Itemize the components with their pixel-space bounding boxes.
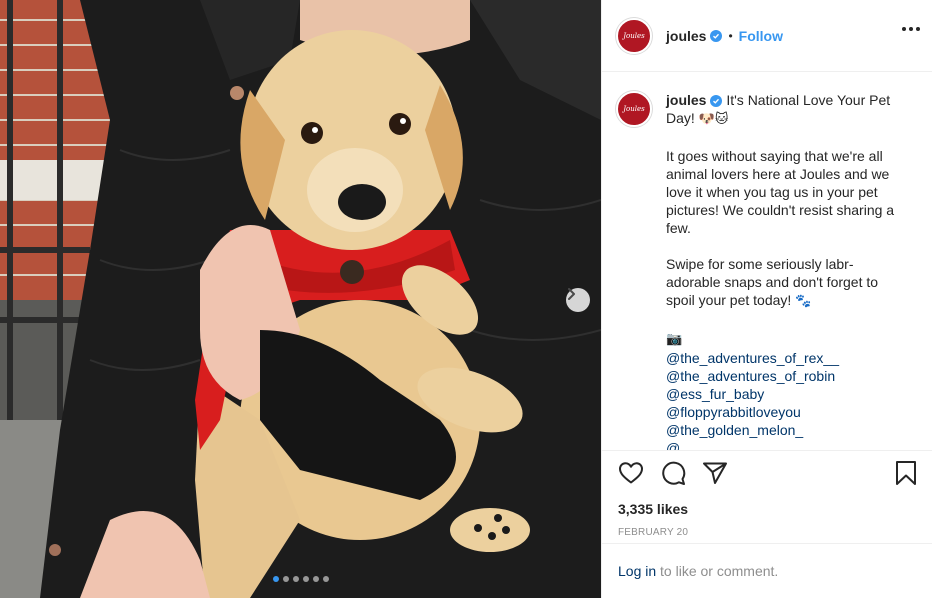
comment-button[interactable] [660, 460, 686, 491]
post-details-panel: Joules joules • Follow Joules joules It'… [601, 0, 932, 598]
more-dots-icon [902, 27, 906, 31]
header-separator: • [728, 28, 733, 43]
caption-paragraph-3: Swipe for some seriously labr-adorable s… [666, 255, 896, 311]
avatar[interactable]: Joules [616, 17, 652, 54]
mention-link[interactable]: @floppyrabbitloveyou [666, 403, 896, 421]
carousel-dot [312, 576, 319, 582]
mention-link[interactable]: @the_adventures_of_rex__ [666, 349, 896, 367]
paper-plane-icon [703, 462, 727, 484]
carousel-dot [302, 576, 309, 582]
carousel-dot [282, 576, 289, 582]
mention-link[interactable]: @the_adventures_of_robin [666, 367, 896, 385]
carousel-next-button[interactable] [566, 288, 590, 312]
more-dot [916, 27, 920, 31]
caption-avatar[interactable]: Joules [616, 91, 652, 127]
caption-paragraph-3-text: Swipe for some seriously labr-adorable s… [666, 256, 879, 308]
post-date[interactable]: FEBRUARY 20 [618, 527, 917, 538]
login-prompt-text: to like or comment. [656, 563, 779, 579]
carousel-dot-active [272, 576, 279, 582]
like-button[interactable] [618, 461, 644, 490]
caption-row: Joules joules It's National Love Your Pe… [616, 91, 917, 450]
carousel-indicator [0, 576, 601, 582]
username-link[interactable]: joules [666, 28, 706, 44]
caption-avatar-logo-text: Joules [623, 105, 645, 113]
bookmark-icon [896, 460, 916, 485]
camera-emoji-line: 📷 [666, 329, 896, 349]
more-options-button[interactable] [902, 27, 920, 31]
mention-link[interactable]: @ess_fur_baby [666, 385, 896, 403]
camera-emoji: 📷 [666, 332, 683, 347]
more-dot [909, 27, 913, 31]
post-photo[interactable] [0, 0, 601, 598]
follow-button[interactable]: Follow [739, 28, 783, 44]
save-button[interactable] [895, 460, 917, 491]
puppy-photo-illustration [0, 0, 601, 598]
login-link[interactable]: Log in [618, 563, 656, 579]
caption-paragraph-2: It goes without saying that we're all an… [666, 148, 895, 236]
mention-link[interactable]: @the_golden_melon_ [666, 421, 896, 439]
mention-link[interactable]: @... [666, 439, 896, 450]
share-button[interactable] [702, 461, 728, 490]
paw-emoji: 🐾 [795, 294, 812, 309]
likes-count[interactable]: 3,335 likes [618, 501, 917, 517]
action-icons-row [618, 460, 917, 491]
carousel-dot [292, 576, 299, 582]
dog-cat-emoji: 🐶🐱 [698, 112, 729, 127]
caption-text: joules It's National Love Your Pet Day! … [666, 91, 896, 450]
post-actions: 3,335 likes FEBRUARY 20 [602, 450, 932, 538]
caption-scroll-area[interactable]: Joules joules It's National Love Your Pe… [602, 73, 932, 450]
caption-username[interactable]: joules [666, 92, 706, 108]
verified-badge-icon [710, 95, 723, 108]
heart-icon [619, 461, 643, 483]
login-prompt: Log in to like or comment. [602, 543, 932, 598]
verified-badge-icon [710, 29, 723, 42]
comment-icon [662, 461, 686, 485]
mentions-list: @the_adventures_of_rex__ @the_adventures… [666, 349, 896, 450]
post-header: Joules joules • Follow [602, 0, 932, 72]
chevron-right-icon [568, 288, 575, 300]
avatar-logo-text: Joules [623, 31, 645, 40]
carousel-dot [322, 576, 329, 582]
